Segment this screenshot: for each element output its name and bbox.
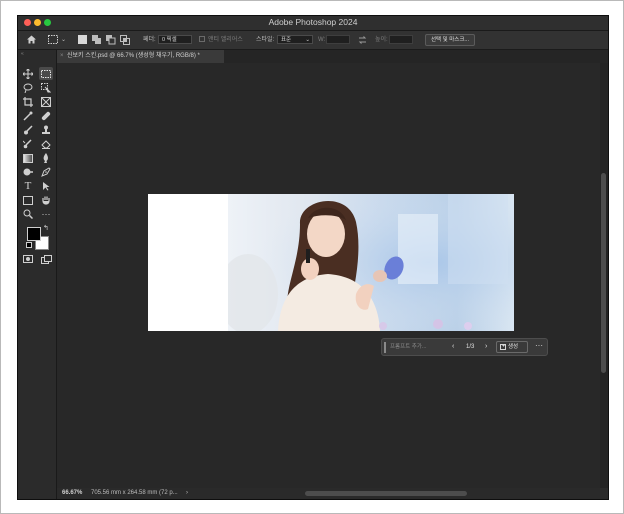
chevron-down-icon: ⌄ — [305, 37, 310, 43]
document-canvas[interactable] — [148, 194, 514, 331]
options-bar: ⌄ 페더: 0 픽셀 앤티 앨리어스 스타일: 표준 ⌄ W: 높이: 선택 및… — [18, 31, 608, 50]
hand-tool-icon[interactable] — [40, 194, 52, 206]
brush-tool-icon[interactable] — [22, 124, 34, 136]
contextual-task-bar: 프롬프트 추가... ‹ 1/3 › 생성 ··· — [381, 338, 548, 356]
antialias-label: 앤티 앨리어스 — [208, 37, 243, 43]
foreground-color-swatch[interactable] — [27, 227, 41, 241]
zoom-tool-icon[interactable] — [22, 208, 34, 220]
eraser-tool-icon[interactable] — [40, 138, 52, 150]
horizontal-scrollbar-thumb[interactable] — [305, 491, 467, 496]
swap-colors-icon[interactable]: ↰ — [43, 224, 49, 232]
feather-input[interactable]: 0 픽셀 — [158, 35, 192, 44]
generate-button-label: 생성 — [508, 344, 519, 350]
crop-tool-icon[interactable] — [22, 96, 34, 108]
width-label: W: — [318, 37, 326, 43]
next-variation-button[interactable]: › — [485, 342, 487, 352]
status-bar: 66.67% 705.56 mm x 264.58 mm (72 p... › — [57, 488, 608, 499]
photoshop-window: Adobe Photoshop 2024 ⌄ 페더: 0 픽셀 앤티 앨리어스 … — [17, 15, 609, 500]
new-selection-icon[interactable] — [78, 35, 87, 44]
document-tab-bar: × 신보키 스킨.psd @ 66.7% (생성형 채우기, RGB/8) * — [57, 50, 608, 63]
more-options-icon[interactable]: ··· — [533, 341, 545, 353]
style-select-value: 표준 — [281, 37, 292, 43]
rectangle-tool-icon[interactable] — [22, 194, 34, 206]
close-tab-icon[interactable]: × — [60, 50, 64, 63]
tools-panel: « T ··· ↰ — [18, 50, 57, 499]
default-colors-icon[interactable] — [26, 242, 32, 248]
blur-tool-icon[interactable] — [40, 152, 52, 164]
pen-tool-icon[interactable] — [40, 166, 52, 178]
swap-width-height-icon[interactable] — [358, 36, 367, 44]
gradient-tool-icon[interactable] — [22, 152, 34, 164]
canvas-area[interactable]: 프롬프트 추가... ‹ 1/3 › 생성 ··· — [57, 63, 600, 488]
object-selection-tool-icon[interactable] — [40, 82, 52, 94]
title-bar: Adobe Photoshop 2024 — [18, 16, 608, 31]
generate-icon — [500, 344, 506, 350]
style-label: 스타일: — [256, 37, 275, 43]
move-tool-icon[interactable] — [22, 68, 34, 80]
dodge-tool-icon[interactable] — [22, 166, 34, 178]
select-and-mask-button[interactable]: 선택 및 마스크... — [425, 34, 475, 46]
vertical-scrollbar-thumb[interactable] — [601, 173, 606, 373]
vertical-scrollbar[interactable] — [600, 63, 608, 488]
document-tab-title: 신보키 스킨.psd @ 66.7% (생성형 채우기, RGB/8) * — [67, 53, 200, 59]
style-select[interactable]: 표준 ⌄ — [277, 35, 313, 44]
marquee-preset-icon[interactable] — [48, 35, 58, 44]
app-title: Adobe Photoshop 2024 — [268, 17, 358, 27]
height-label: 높이: — [375, 37, 388, 43]
type-tool-icon[interactable]: T — [22, 180, 34, 192]
portrait-photo-layer — [228, 194, 514, 331]
edit-toolbar-icon[interactable]: ··· — [40, 208, 52, 220]
width-input[interactable] — [326, 35, 350, 44]
antialias-checkbox[interactable] — [199, 36, 205, 42]
screen-mode-icon[interactable] — [40, 253, 52, 265]
path-selection-tool-icon[interactable] — [40, 180, 52, 192]
eyedropper-tool-icon[interactable] — [22, 110, 34, 122]
quick-mask-icon[interactable] — [22, 253, 34, 265]
document-size: 705.56 mm x 264.58 mm (72 p... — [91, 490, 178, 496]
previous-variation-button[interactable]: ‹ — [452, 342, 454, 352]
status-menu-arrow[interactable]: › — [186, 488, 188, 499]
clone-stamp-tool-icon[interactable] — [40, 124, 52, 136]
height-input[interactable] — [389, 35, 413, 44]
feather-label: 페더: — [143, 37, 156, 43]
drag-handle[interactable] — [384, 342, 386, 353]
home-icon[interactable] — [26, 34, 37, 45]
zoom-level[interactable]: 66.67% — [62, 488, 82, 499]
frame-tool-icon[interactable] — [40, 96, 52, 108]
intersect-selection-icon[interactable] — [120, 35, 130, 45]
subtract-from-selection-icon[interactable] — [106, 35, 116, 45]
generate-button[interactable]: 생성 — [496, 341, 528, 353]
healing-brush-tool-icon[interactable] — [40, 110, 52, 122]
history-brush-tool-icon[interactable] — [22, 138, 34, 150]
rectangular-marquee-tool-icon[interactable] — [39, 67, 53, 80]
lasso-tool-icon[interactable] — [22, 82, 34, 94]
add-to-selection-icon[interactable] — [92, 35, 102, 45]
panel-collapse-icon[interactable]: « — [21, 51, 24, 57]
variation-count: 1/3 — [466, 344, 475, 350]
prompt-input[interactable]: 프롬프트 추가... — [388, 342, 448, 352]
document-tab[interactable]: × 신보키 스킨.psd @ 66.7% (생성형 채우기, RGB/8) * — [57, 50, 224, 63]
chevron-down-icon[interactable]: ⌄ — [61, 35, 66, 45]
portrait-photo-image — [228, 194, 514, 331]
